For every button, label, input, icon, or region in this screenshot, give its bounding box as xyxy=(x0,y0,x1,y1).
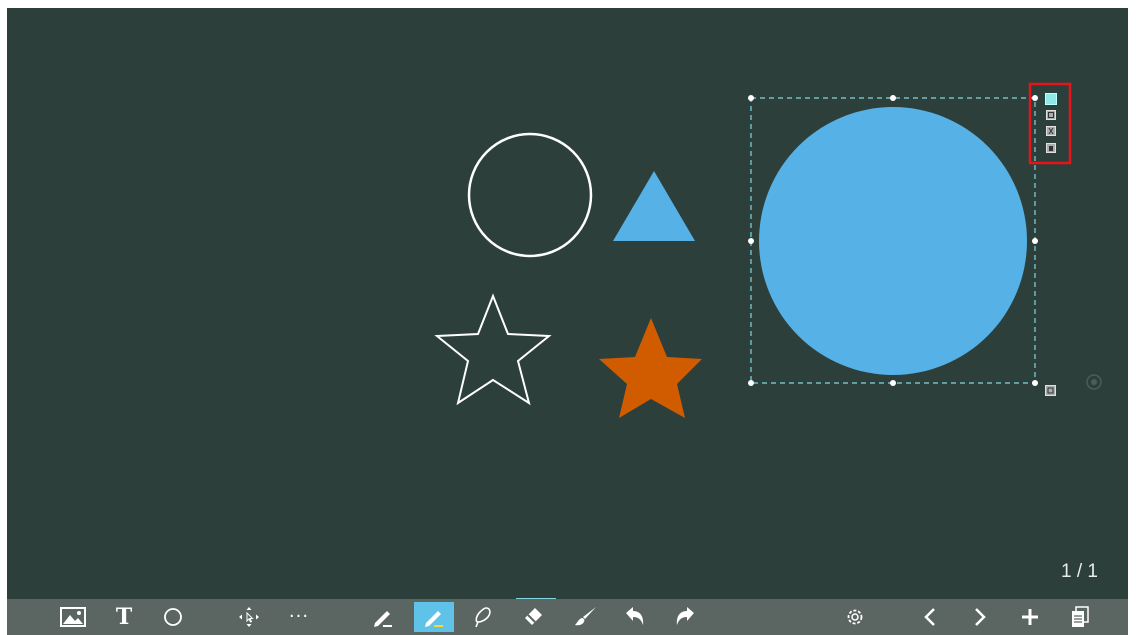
select-move-tool-button[interactable] xyxy=(233,602,265,632)
fill-color-button[interactable] xyxy=(1045,93,1057,105)
text-tool-button[interactable]: T xyxy=(108,602,140,632)
cut-button[interactable] xyxy=(1046,126,1056,136)
highlighter-button[interactable] xyxy=(414,602,454,632)
redo-icon xyxy=(676,607,694,625)
rotate-target-icon[interactable] xyxy=(1086,374,1102,390)
settings-button[interactable] xyxy=(839,602,871,632)
brush-icon xyxy=(575,607,596,626)
resize-handle[interactable] xyxy=(890,95,896,101)
move-arrows-icon xyxy=(239,607,259,627)
orange-star-shape[interactable] xyxy=(599,318,702,418)
clear-brush-button[interactable] xyxy=(569,602,601,632)
resize-handle[interactable] xyxy=(748,380,754,386)
previous-page-button[interactable] xyxy=(914,602,946,632)
resize-handle[interactable] xyxy=(1032,380,1038,386)
more-icon: ··· xyxy=(288,606,310,627)
shapes-layer[interactable] xyxy=(7,8,1128,599)
add-page-button[interactable] xyxy=(1014,602,1046,632)
resize-handle[interactable] xyxy=(1032,95,1038,101)
copy-icon xyxy=(1048,112,1054,118)
rotate-button[interactable] xyxy=(1045,385,1056,396)
text-icon: T xyxy=(115,604,133,630)
plus-icon xyxy=(1022,609,1038,625)
copy-button[interactable] xyxy=(1046,110,1056,120)
highlighter-icon xyxy=(425,611,443,627)
blue-triangle-shape[interactable] xyxy=(613,171,695,241)
scissors-icon xyxy=(1048,128,1054,134)
bottom-toolbar: T ··· xyxy=(7,599,1128,635)
next-page-button[interactable] xyxy=(964,602,996,632)
page-list-button[interactable] xyxy=(1064,602,1096,632)
pages-icon xyxy=(1072,606,1089,627)
whiteboard-canvas[interactable]: 1 / 1 xyxy=(7,8,1128,599)
selected-blue-circle-shape[interactable] xyxy=(759,107,1027,375)
chevron-right-icon xyxy=(975,608,986,626)
resize-handle[interactable] xyxy=(1032,238,1038,244)
pen-button[interactable] xyxy=(367,602,399,632)
more-button[interactable]: ··· xyxy=(283,602,315,632)
lasso-button[interactable] xyxy=(467,602,499,632)
resize-handle[interactable] xyxy=(890,380,896,386)
undo-button[interactable] xyxy=(619,602,651,632)
eraser-icon xyxy=(525,608,542,625)
redo-button[interactable] xyxy=(669,602,701,632)
rotate-icon xyxy=(1047,387,1054,394)
chevron-left-icon xyxy=(924,608,935,626)
page-indicator: 1 / 1 xyxy=(1061,561,1098,582)
outline-circle-shape[interactable] xyxy=(467,132,593,258)
outline-star-shape[interactable] xyxy=(434,293,552,406)
insert-image-button[interactable] xyxy=(57,602,89,632)
resize-handle[interactable] xyxy=(748,95,754,101)
trash-icon xyxy=(1049,146,1053,151)
gear-icon xyxy=(847,609,863,625)
eraser-button[interactable] xyxy=(517,602,549,632)
circle-icon xyxy=(164,608,182,626)
shape-tool-button[interactable] xyxy=(157,602,189,632)
pen-icon xyxy=(374,611,392,627)
delete-button[interactable] xyxy=(1046,143,1056,153)
image-icon xyxy=(60,607,86,627)
lasso-icon xyxy=(475,607,491,628)
resize-handle[interactable] xyxy=(748,238,754,244)
undo-icon xyxy=(626,607,644,625)
